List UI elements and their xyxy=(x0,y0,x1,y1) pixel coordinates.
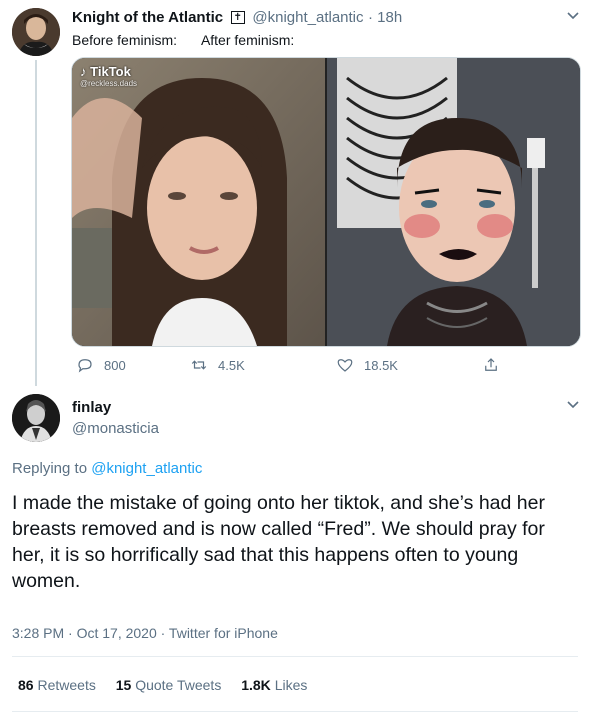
divider-bottom xyxy=(12,711,578,712)
after-photo-illustration xyxy=(327,58,580,346)
tweet1-header: Knight of the Atlantic ✝ @knight_atlanti… xyxy=(72,8,402,28)
tweet1-text: Before feminism: After feminism: xyxy=(72,31,294,49)
quotes-count: 15 xyxy=(115,677,132,693)
retweets-count: 86 xyxy=(18,677,34,693)
like-count: 18.5K xyxy=(364,357,398,373)
stat-retweets[interactable]: 86 Retweets xyxy=(18,677,100,693)
avatar-finlay-image xyxy=(12,394,60,442)
divider-top xyxy=(12,656,578,657)
share-action[interactable] xyxy=(482,356,500,374)
separator-dot: · xyxy=(367,9,378,26)
thread-connector-line xyxy=(35,60,37,386)
retweet-icon xyxy=(191,360,207,370)
tweet1-media-grid[interactable]: ♪ TikTok @reckless.dads xyxy=(71,57,581,347)
tweet1-time[interactable]: 18h xyxy=(377,9,402,26)
tweet2-author-name[interactable]: finlay xyxy=(72,399,111,416)
tweet1-text-after: After feminism: xyxy=(200,32,295,48)
quotes-label: Quote Tweets xyxy=(135,677,222,693)
before-photo-illustration xyxy=(72,58,325,346)
reply-count: 800 xyxy=(104,357,126,373)
media-image-before[interactable]: ♪ TikTok @reckless.dads xyxy=(72,58,325,346)
tiktok-brand: TikTok xyxy=(90,64,131,79)
avatar-portrait-image xyxy=(12,8,60,56)
tweet1-author-name[interactable]: Knight of the Atlantic xyxy=(72,9,223,26)
media-image-after[interactable] xyxy=(327,58,580,346)
likes-count: 1.8K xyxy=(241,677,271,693)
tweet1-handle[interactable]: @knight_atlantic xyxy=(252,9,363,26)
tweet1-more-chevron-icon[interactable] xyxy=(566,9,580,28)
tiktok-username: @reckless.dads xyxy=(80,79,138,88)
replying-to-line: Replying to @knight_atlantic xyxy=(12,460,202,477)
tweet2-handle[interactable]: @monasticia xyxy=(72,420,159,437)
stat-likes[interactable]: 1.8K Likes xyxy=(241,677,307,693)
cross-badge-icon: ✝ xyxy=(230,11,245,24)
share-icon xyxy=(485,358,497,371)
reply-action[interactable]: 800 xyxy=(76,356,126,374)
tiktok-watermark: ♪ TikTok @reckless.dads xyxy=(80,64,137,88)
tweet2-timestamp[interactable]: 3:28 PM · Oct 17, 2020 · Twitter for iPh… xyxy=(12,625,278,641)
tiktok-note-icon: ♪ xyxy=(80,64,87,79)
reply-bubble-icon xyxy=(78,359,92,373)
replying-to-link[interactable]: @knight_atlantic xyxy=(91,460,202,477)
stat-quote-tweets[interactable]: 15 Quote Tweets xyxy=(116,677,226,693)
avatar-finlay[interactable] xyxy=(12,394,60,442)
retweet-count: 4.5K xyxy=(218,357,245,373)
retweets-label: Retweets xyxy=(37,677,96,693)
retweet-action[interactable]: 4.5K xyxy=(190,356,245,374)
tweet2-body-text: I made the mistake of going onto her tik… xyxy=(12,492,545,592)
tweet1-text-before: Before feminism: xyxy=(72,32,178,48)
tweet2-more-chevron-icon[interactable] xyxy=(566,398,580,417)
tweet2-stats: 86 Retweets 15 Quote Tweets 1.8K Likes xyxy=(18,677,307,693)
replying-to-prefix: Replying to xyxy=(12,460,92,477)
likes-label: Likes xyxy=(274,677,308,693)
heart-icon xyxy=(337,359,353,372)
avatar-knight[interactable] xyxy=(12,8,60,56)
like-action[interactable]: 18.5K xyxy=(336,356,398,374)
